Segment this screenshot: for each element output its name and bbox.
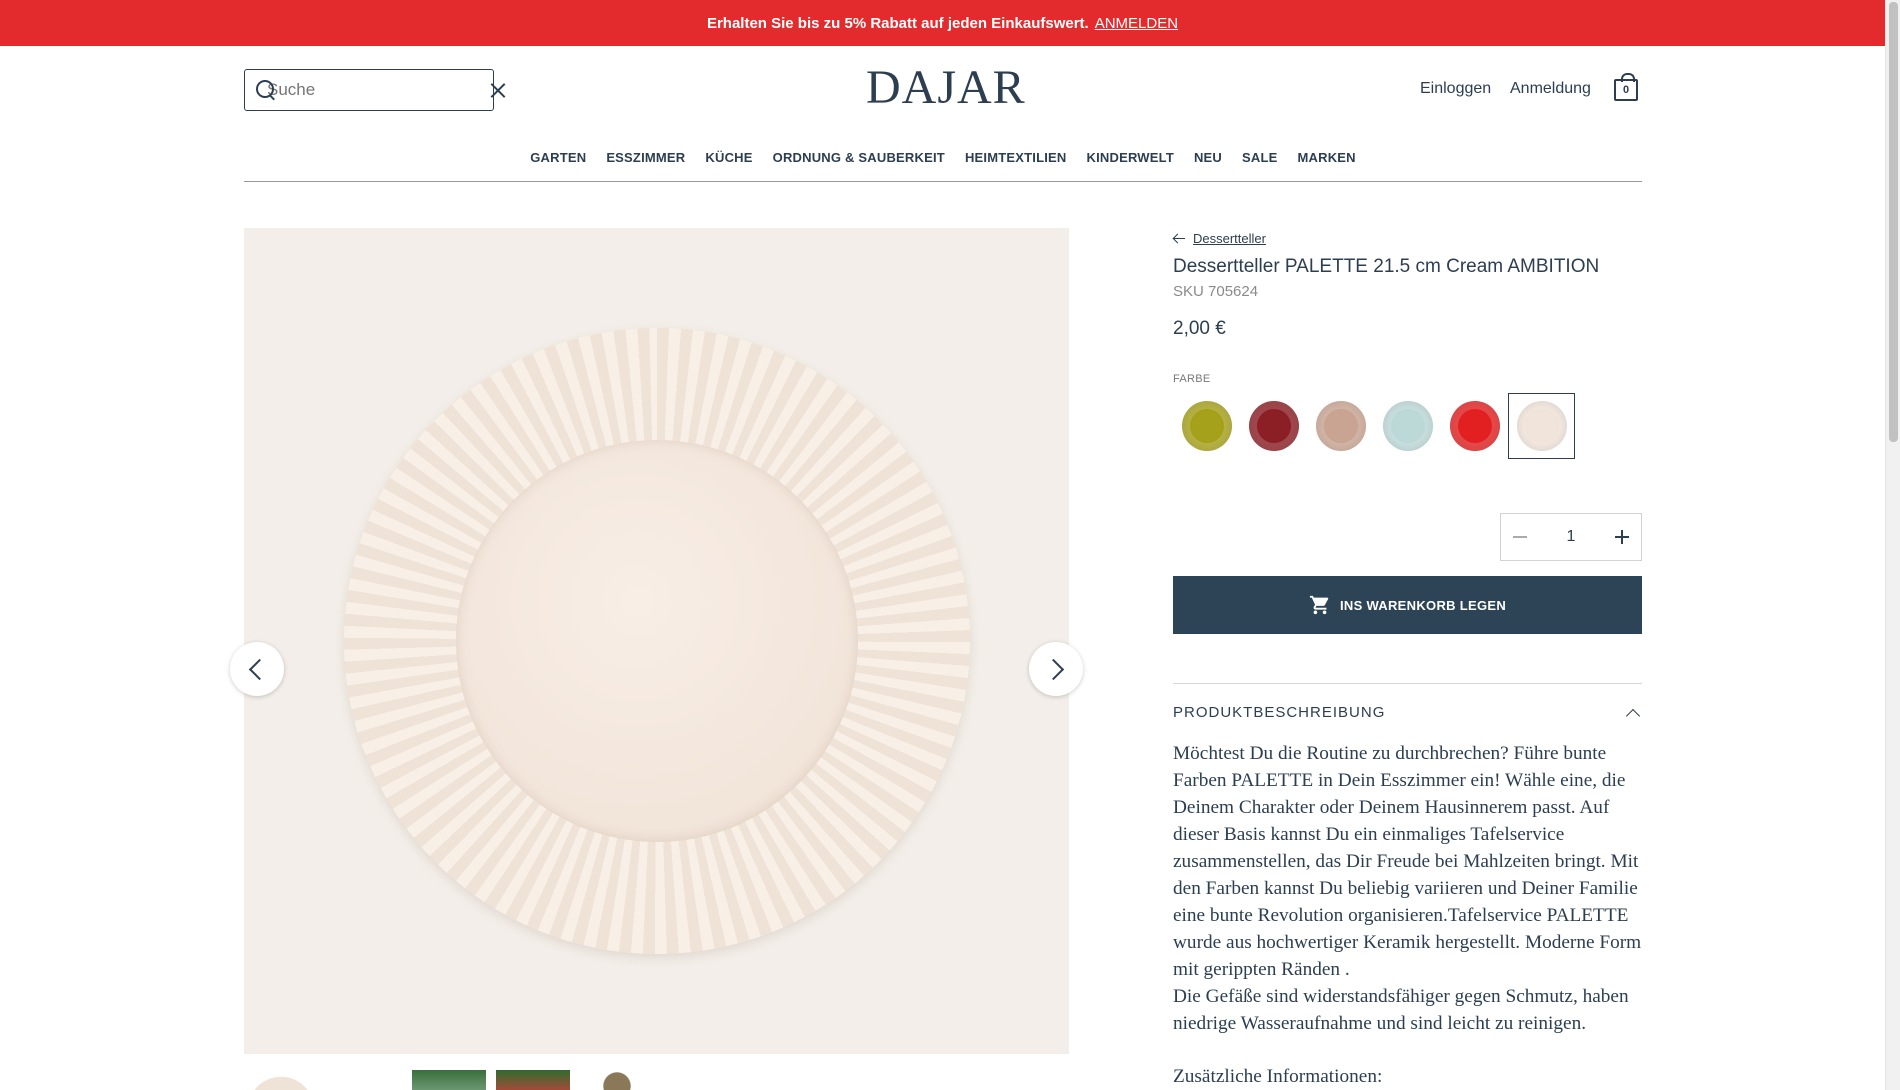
- register-link[interactable]: Anmeldung: [1510, 80, 1591, 98]
- breadcrumb-category[interactable]: Dessertteller: [1193, 231, 1266, 246]
- nav-item-esszimmer[interactable]: ESSZIMMER: [596, 146, 695, 181]
- page-scrollbar[interactable]: [1885, 0, 1900, 1090]
- swatch-dot: [1315, 401, 1366, 451]
- nav-item-kueche[interactable]: KÜCHE: [695, 146, 762, 181]
- nav-item-sale[interactable]: SALE: [1232, 146, 1287, 181]
- search-input[interactable]: [267, 80, 488, 100]
- thumbnail[interactable]: [412, 1070, 486, 1090]
- nav-item-garten[interactable]: GARTEN: [520, 146, 596, 181]
- gallery-thumbnails: [244, 1070, 654, 1090]
- swatch-dot: [1248, 401, 1299, 451]
- description-paragraph: Möchtest Du die Routine zu durchbrechen?…: [1173, 743, 1642, 980]
- login-link[interactable]: Einloggen: [1420, 80, 1491, 98]
- color-label: FARBE: [1173, 373, 1211, 385]
- plus-icon[interactable]: [1615, 530, 1629, 544]
- swatch-red[interactable]: [1441, 393, 1508, 459]
- nav-item-ordnung[interactable]: ORDNUNG & SAUBERKEIT: [763, 146, 955, 181]
- site-logo[interactable]: DAJAR: [866, 60, 1025, 115]
- product-price: 2,00 €: [1173, 318, 1226, 339]
- swatch-cream[interactable]: [1508, 393, 1575, 459]
- swatch-mint[interactable]: [1374, 393, 1441, 459]
- divider: [1173, 683, 1642, 684]
- breadcrumb[interactable]: Dessertteller: [1173, 231, 1266, 246]
- shopping-bag-icon[interactable]: 0: [1614, 73, 1638, 101]
- product-gallery[interactable]: [244, 228, 1069, 1054]
- promo-text: Erhalten Sie bis zu 5% Rabatt auf jeden …: [706, 14, 1089, 32]
- nav-item-neu[interactable]: NEU: [1184, 146, 1232, 181]
- minus-icon[interactable]: [1513, 536, 1527, 538]
- scrollbar-thumb[interactable]: [1889, 2, 1898, 442]
- thumbnail[interactable]: [580, 1070, 654, 1090]
- swatch-burgundy[interactable]: [1240, 393, 1307, 459]
- cart-icon: [1309, 595, 1329, 615]
- description-paragraph: Die Gefäße sind widerstandsfähiger gegen…: [1173, 986, 1629, 1034]
- product-title: Dessertteller PALETTE 21.5 cm Cream AMBI…: [1173, 256, 1600, 277]
- plate-center: [456, 440, 858, 842]
- gallery-prev-button[interactable]: [230, 642, 284, 696]
- promo-signup-link[interactable]: ANMELDEN: [1095, 15, 1178, 32]
- swatch-dot: [1181, 401, 1232, 451]
- swatch-dot: [1516, 401, 1567, 451]
- chevron-up-icon: [1625, 708, 1641, 723]
- product-description: Möchtest Du die Routine zu durchbrechen?…: [1173, 740, 1645, 1037]
- swatch-dot: [1382, 401, 1433, 451]
- nav-item-marken[interactable]: MARKEN: [1288, 146, 1366, 181]
- description-heading: PRODUKTBESCHREIBUNG: [1173, 704, 1386, 721]
- thumbnail[interactable]: [244, 1070, 318, 1090]
- additional-info-heading: Zusätzliche Informationen:: [1173, 1066, 1383, 1087]
- search-box[interactable]: [244, 69, 494, 111]
- promo-banner: Erhalten Sie bis zu 5% Rabatt auf jeden …: [0, 0, 1885, 46]
- product-sku: SKU 705624: [1173, 283, 1259, 300]
- quantity-stepper: [1500, 513, 1642, 561]
- cart-count: 0: [1622, 84, 1630, 96]
- add-to-cart-button[interactable]: INS WARENKORB LEGEN: [1173, 576, 1642, 634]
- description-toggle[interactable]: PRODUKTBESCHREIBUNG: [1173, 704, 1642, 723]
- thumbnail[interactable]: [328, 1070, 402, 1090]
- swatch-olive[interactable]: [1173, 393, 1240, 459]
- arrow-left-icon: [1173, 234, 1185, 244]
- thumbnail[interactable]: [496, 1070, 570, 1090]
- nav-item-kinderwelt[interactable]: KINDERWELT: [1077, 146, 1184, 181]
- gallery-next-button[interactable]: [1029, 642, 1083, 696]
- quantity-input[interactable]: [1551, 528, 1591, 546]
- main-nav: GARTEN ESSZIMMER KÜCHE ORDNUNG & SAUBERK…: [244, 146, 1642, 182]
- product-image: [344, 328, 970, 954]
- swatch-dot: [1449, 401, 1500, 451]
- nav-item-heimtextilien[interactable]: HEIMTEXTILIEN: [955, 146, 1077, 181]
- add-to-cart-label: INS WARENKORB LEGEN: [1339, 597, 1507, 613]
- swatch-rose[interactable]: [1307, 393, 1374, 459]
- color-swatches: [1173, 393, 1575, 459]
